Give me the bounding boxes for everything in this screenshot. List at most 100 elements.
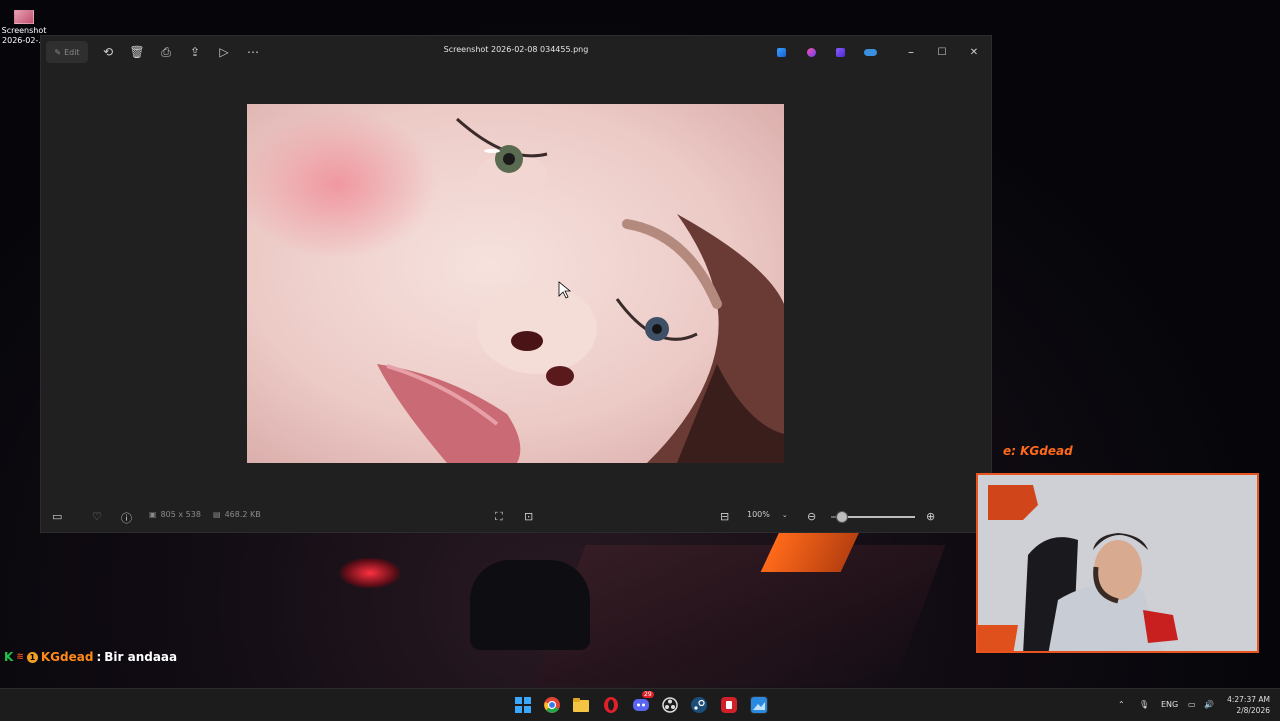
volume-button[interactable]: 🔊: [1204, 700, 1214, 709]
obs-icon: [662, 697, 678, 713]
background-chair: [470, 560, 590, 650]
taskbar-steam[interactable]: [691, 697, 707, 713]
rotate-icon: ⟲: [102, 45, 114, 59]
copilot-icon: [835, 47, 845, 57]
file-info-button[interactable]: ⓘ: [121, 510, 132, 526]
discord-notification-badge: 29: [642, 691, 654, 698]
share-icon: ⇪: [189, 45, 201, 59]
file-size: ▤ 468.2 KB: [213, 510, 261, 519]
window-title: Screenshot 2026-02-08 034455.png: [443, 45, 589, 54]
language-indicator[interactable]: ENG: [1161, 700, 1178, 709]
chevron-up-icon: ⌃: [1118, 700, 1125, 709]
disk-icon: ▤: [213, 510, 221, 519]
print-button[interactable]: ⎙: [155, 41, 177, 63]
trash-icon: 🗑: [129, 45, 145, 59]
network-button[interactable]: ▭: [1188, 700, 1196, 709]
dimensions-text: 805 x 538: [160, 510, 201, 519]
windows-start-icon: [515, 697, 531, 713]
chevron-down-icon: ⌄: [781, 510, 788, 519]
onedrive-button[interactable]: [860, 41, 880, 63]
visual-search-button[interactable]: ⊡: [524, 510, 533, 523]
info-icon: ⓘ: [121, 512, 132, 525]
zoom-in-button[interactable]: ⊕: [926, 510, 935, 523]
opera-icon: [604, 697, 618, 713]
taskbar-opera[interactable]: [603, 697, 619, 713]
search-frame-icon: ⊡: [524, 510, 534, 523]
image-dimensions: ▣ 805 x 538: [149, 510, 201, 519]
share-button[interactable]: ⇪: [184, 41, 206, 63]
favorite-button[interactable]: ♡: [92, 510, 102, 523]
print-icon: ⎙: [161, 44, 171, 59]
pencil-icon: ✎: [54, 47, 62, 57]
maximize-button[interactable]: ☐: [931, 41, 953, 63]
clock-date: 2/8/2026: [1236, 706, 1270, 715]
background-floor: [534, 545, 946, 685]
more-icon: ⋯: [247, 45, 259, 59]
system-clock[interactable]: 4:27:37 AM 2/8/2026: [1224, 694, 1270, 716]
taskbar-file-explorer[interactable]: [573, 697, 589, 713]
zoom-to-face-button[interactable]: ⛶: [495, 510, 503, 524]
clipchamp-button[interactable]: [802, 41, 820, 63]
microphone-button[interactable]: 🎙: [1139, 700, 1149, 709]
fit-to-window-button[interactable]: ⊟: [720, 510, 729, 523]
subscriber-badge-icon: 1: [26, 651, 38, 663]
more-options-button[interactable]: ⋯: [242, 41, 264, 63]
chat-separator: :: [96, 650, 102, 664]
start-button[interactable]: [515, 697, 531, 713]
filmstrip-icon: ▭: [52, 510, 63, 523]
clipchamp-icon: [806, 47, 816, 57]
minimize-button[interactable]: –: [900, 41, 922, 63]
webcam-feed: [978, 475, 1257, 651]
chat-username: KGdead: [40, 650, 94, 664]
image-file-icon: [14, 10, 34, 24]
designer-icon: [776, 47, 786, 57]
photos-icon: [751, 697, 767, 713]
scan-icon: ⛶: [495, 510, 503, 523]
file-size-text: 468.2 KB: [224, 510, 261, 519]
zoom-value: 100%: [747, 510, 770, 519]
slideshow-button[interactable]: ▷: [213, 41, 235, 63]
dimensions-icon: ▣: [149, 510, 157, 519]
zoom-out-icon: ⊖: [807, 510, 817, 523]
taskbar: 29 ⌃ 🎙 ENG ▭ 🔊 4:27:37 AM 2/8/2026: [0, 688, 1280, 721]
edit-button[interactable]: ✎ Edit: [46, 41, 88, 63]
app-red-icon: [721, 697, 737, 713]
chat-text: Bir andaaa: [104, 650, 178, 664]
volume-icon: 🔊: [1204, 700, 1214, 709]
zoom-dropdown[interactable]: 100% ⌄: [747, 510, 788, 519]
slideshow-icon: ▷: [219, 45, 229, 59]
photo-canvas[interactable]: [247, 104, 784, 463]
fit-icon: ⊟: [720, 510, 730, 523]
taskbar-app-red[interactable]: [721, 697, 737, 713]
channel-badge-icon: K: [4, 650, 14, 664]
zoom-slider-thumb[interactable]: [836, 511, 849, 523]
network-icon: ▭: [1188, 700, 1196, 709]
delete-button[interactable]: 🗑: [126, 41, 148, 63]
taskbar-obs[interactable]: [662, 697, 678, 713]
team-badge-icon: ≋: [16, 652, 24, 662]
steam-icon: [691, 697, 707, 713]
zoom-out-button[interactable]: ⊖: [807, 510, 816, 523]
chrome-icon: [544, 697, 560, 713]
stream-name-label: e: KGdead: [1003, 444, 1073, 458]
chat-message: K ≋ 1 KGdead : Bir andaaa: [4, 650, 177, 664]
taskbar-discord[interactable]: 29: [633, 691, 654, 713]
show-hidden-icons-button[interactable]: ⌃: [1118, 700, 1125, 709]
taskbar-chrome[interactable]: [544, 697, 560, 713]
title-bar: ✎ Edit ⟲ 🗑 ⎙ ⇪ ▷ ⋯ Screenshot 2026-02-08…: [41, 36, 991, 68]
photo-image: [247, 104, 784, 463]
photos-window: ✎ Edit ⟲ 🗑 ⎙ ⇪ ▷ ⋯ Screenshot 2026-02-08…: [40, 35, 992, 533]
taskbar-photos[interactable]: [750, 696, 768, 714]
discord-icon: [633, 699, 649, 711]
rotate-button[interactable]: ⟲: [97, 41, 119, 63]
microphone-icon: 🎙: [1139, 700, 1150, 709]
file-explorer-icon: [573, 698, 589, 712]
webcam-overlay: [976, 473, 1259, 653]
status-bar: ▭ ♡ ⓘ ▣ 805 x 538 ▤ 468.2 KB ⛶ ⊡ ⊟ 100% …: [41, 503, 991, 531]
designer-button[interactable]: [772, 41, 790, 63]
heart-icon: ♡: [92, 510, 102, 523]
edit-label: Edit: [64, 47, 80, 57]
close-button[interactable]: ✕: [963, 41, 985, 63]
copilot-button[interactable]: [831, 41, 849, 63]
filmstrip-button[interactable]: ▭: [52, 510, 62, 523]
